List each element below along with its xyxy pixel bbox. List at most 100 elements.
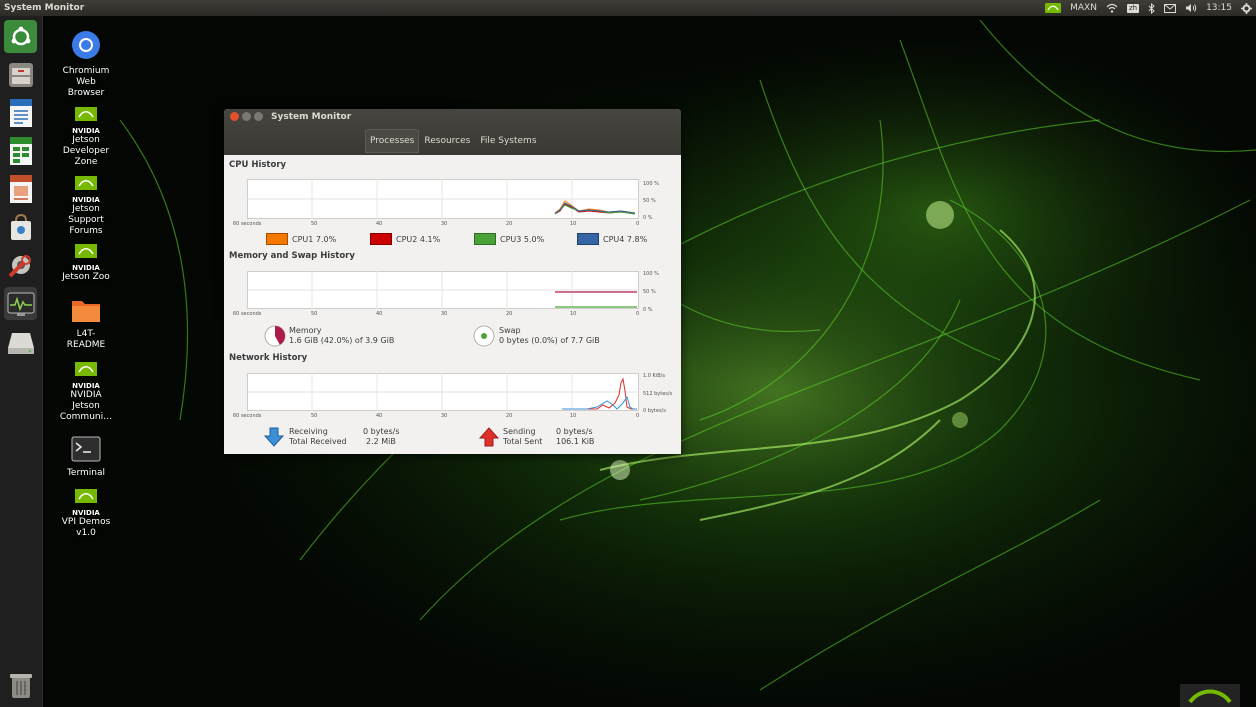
desktop-icon-label: NVIDIA Jetson Communi… xyxy=(59,390,113,422)
minimize-button[interactable] xyxy=(242,112,251,121)
receiving-rate: 0 bytes/s xyxy=(363,427,400,436)
desktop-icon-label: Jetson Support Forums xyxy=(68,204,104,236)
gear-icon[interactable] xyxy=(1241,0,1252,16)
launcher-writer[interactable] xyxy=(4,96,37,129)
cpu3-label: CPU3 xyxy=(500,234,522,244)
cpu-history-title: CPU History xyxy=(229,160,287,170)
close-button[interactable] xyxy=(230,112,239,121)
cpu-xtick: 20 xyxy=(506,221,513,227)
total-sent-value: 106.1 KiB xyxy=(556,437,595,446)
active-app-title: System Monitor xyxy=(4,3,85,13)
launcher-disk[interactable] xyxy=(4,326,37,359)
cpu4-label: CPU4 xyxy=(603,234,625,244)
cpu-xtick: 10 xyxy=(570,221,577,227)
trash-icon xyxy=(9,671,33,699)
window-titlebar[interactable]: System Monitor Processes Resources File … xyxy=(224,109,681,155)
volume-icon[interactable] xyxy=(1185,0,1197,16)
desktop-icon-l4t-readme[interactable]: L4T- README xyxy=(46,297,126,351)
window-title: System Monitor xyxy=(271,112,352,122)
launcher-ubuntu-dash[interactable] xyxy=(4,20,37,53)
tab-resources[interactable]: Resources xyxy=(419,129,475,153)
desktop-icon-vpi-demos[interactable]: NVIDIA VPI Demos v1.0 xyxy=(46,489,126,539)
memory-pie-icon[interactable] xyxy=(264,325,286,347)
cpu1-legend[interactable]: CPU1 7.0% xyxy=(266,233,336,245)
network-ytick: 1.0 KiB/s xyxy=(643,373,665,379)
desktop-icon-terminal[interactable]: Terminal xyxy=(46,436,126,479)
cpu-history-graph xyxy=(247,179,639,219)
cpu1-color-swatch[interactable] xyxy=(266,233,288,245)
swap-label: Swap xyxy=(499,326,521,335)
swap-pie-icon[interactable] xyxy=(473,325,495,347)
network-xtick: 50 xyxy=(311,413,318,419)
chromium-icon xyxy=(71,30,101,64)
memory-label: Memory xyxy=(289,326,322,335)
cpu4-color-swatch[interactable] xyxy=(577,233,599,245)
nvidia-icon xyxy=(75,176,97,194)
keyboard-icon[interactable]: zh xyxy=(1126,0,1140,16)
launcher-system-monitor[interactable] xyxy=(4,287,37,320)
desktop-icon-nvidia-jetson-community[interactable]: NVIDIA NVIDIA Jetson Communi… xyxy=(46,362,126,423)
terminal-icon xyxy=(71,436,101,466)
cpu4-legend[interactable]: CPU4 7.8% xyxy=(577,233,647,245)
cpu4-value: 7.8% xyxy=(626,234,648,244)
desktop-icon-label: VPI Demos v1.0 xyxy=(61,517,111,538)
shopping-bag-icon xyxy=(7,212,35,242)
network-history-graph xyxy=(247,373,639,411)
network-xtick: 20 xyxy=(506,413,513,419)
system-monitor-icon xyxy=(6,290,36,318)
desktop-icon-jetson-zoo[interactable]: NVIDIA Jetson Zoo xyxy=(46,244,126,283)
tab-file-systems[interactable]: File Systems xyxy=(475,129,541,153)
launcher-system-settings[interactable] xyxy=(4,248,37,281)
network-xtick: 0 xyxy=(636,413,640,419)
system-monitor-window: System Monitor Processes Resources File … xyxy=(224,109,681,454)
cpu2-legend[interactable]: CPU2 4.1% xyxy=(370,233,440,245)
memory-value: 1.6 GiB (42.0%) of 3.9 GiB xyxy=(289,336,395,345)
memory-ytick: 50 % xyxy=(643,289,656,295)
launcher-calc[interactable] xyxy=(4,134,37,167)
nvidia-icon xyxy=(75,362,97,380)
nvidia-icon[interactable] xyxy=(1045,0,1062,16)
desktop-icon-chromium[interactable]: Chromium Web Browser xyxy=(46,30,126,99)
total-sent-label: Total Sent xyxy=(503,437,543,446)
maximize-button[interactable] xyxy=(254,112,263,121)
desktop-icon-jetson-developer-zone[interactable]: NVIDIA Jetson Developer Zone xyxy=(46,107,126,168)
memory-xtick: 10 xyxy=(570,311,577,317)
top-panel: System Monitor MAXN zh 13:15 xyxy=(0,0,1256,16)
memory-history-graph xyxy=(247,271,639,309)
memory-history-title: Memory and Swap History xyxy=(229,251,355,261)
launcher-software-center[interactable] xyxy=(4,210,37,243)
memory-xtick: 50 xyxy=(311,311,318,317)
sending-arrow-icon xyxy=(478,427,500,451)
cpu-ytick: 50 % xyxy=(643,198,656,204)
cpu-xtick: 50 xyxy=(311,221,318,227)
mail-icon[interactable] xyxy=(1164,0,1177,16)
clock[interactable]: 13:15 xyxy=(1206,0,1232,16)
cpu1-label: CPU1 xyxy=(292,234,314,244)
spreadsheet-calc-icon xyxy=(7,136,35,166)
system-tray: MAXN zh 13:15 xyxy=(1045,0,1252,16)
desktop-icon-jetson-support-forums[interactable]: NVIDIA Jetson Support Forums xyxy=(46,176,126,237)
drive-icon xyxy=(6,330,36,356)
network-ytick: 0 bytes/s xyxy=(643,408,666,414)
cpu2-value: 4.1% xyxy=(419,234,441,244)
cpu2-label: CPU2 xyxy=(396,234,418,244)
cpu2-color-swatch[interactable] xyxy=(370,233,392,245)
cpu3-legend[interactable]: CPU3 5.0% xyxy=(474,233,544,245)
desktop-icon-label: Jetson Developer Zone xyxy=(62,135,110,167)
bluetooth-icon[interactable] xyxy=(1148,0,1155,16)
wifi-icon[interactable] xyxy=(1106,0,1118,16)
tab-processes[interactable]: Processes xyxy=(365,129,420,153)
cpu-xtick: 60 seconds xyxy=(233,221,262,227)
power-mode-label[interactable]: MAXN xyxy=(1070,0,1097,16)
desktop-icon-label: Chromium Web Browser xyxy=(62,66,110,98)
settings-tools-icon xyxy=(6,250,36,280)
launcher-impress[interactable] xyxy=(4,172,37,205)
total-received-value: 2.2 MiB xyxy=(366,437,396,446)
launcher-trash[interactable] xyxy=(4,668,37,701)
nvidia-brand: NVIDIA xyxy=(72,264,100,272)
cpu-xtick: 30 xyxy=(441,221,448,227)
launcher-files[interactable] xyxy=(4,58,37,91)
memory-info: Memory 1.6 GiB (42.0%) of 3.9 GiB xyxy=(289,326,394,346)
cpu3-color-swatch[interactable] xyxy=(474,233,496,245)
nvidia-icon xyxy=(75,107,97,125)
